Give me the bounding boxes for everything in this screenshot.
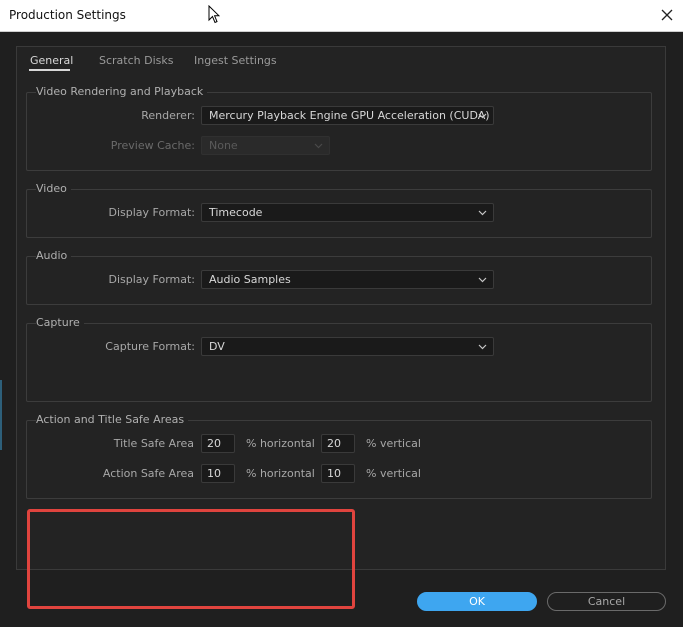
title-safe-vertical-unit: % vertical: [366, 437, 421, 450]
renderer-dropdown[interactable]: Mercury Playback Engine GPU Acceleration…: [201, 106, 494, 125]
renderer-value: Mercury Playback Engine GPU Acceleration…: [209, 109, 490, 122]
title-safe-horizontal-input[interactable]: 20: [201, 434, 235, 453]
title-bar: Production Settings: [0, 0, 683, 32]
capture-format-value: DV: [209, 340, 225, 353]
group-title-audio: Audio: [36, 249, 72, 262]
close-icon[interactable]: [657, 5, 677, 25]
action-safe-vertical-unit: % vertical: [366, 467, 421, 480]
group-video-rendering: [26, 92, 652, 171]
audio-display-format-value: Audio Samples: [209, 273, 291, 286]
chevron-down-icon: [478, 113, 487, 119]
cancel-button[interactable]: Cancel: [547, 592, 666, 611]
group-title-video-rendering: Video Rendering and Playback: [36, 85, 208, 98]
action-safe-area-label: Action Safe Area: [102, 467, 194, 480]
preview-cache-label: Preview Cache:: [110, 139, 195, 152]
audio-display-format-dropdown[interactable]: Audio Samples: [201, 270, 494, 289]
highlight-box: [27, 509, 355, 609]
preview-cache-dropdown: None: [201, 136, 330, 155]
background-window-edge: [0, 380, 2, 450]
active-tab-indicator: [29, 69, 70, 71]
action-safe-vertical-input[interactable]: 10: [321, 464, 355, 483]
group-title-safe-areas: Action and Title Safe Areas: [36, 413, 189, 426]
chevron-down-icon: [478, 344, 487, 350]
video-display-format-label: Display Format:: [108, 206, 195, 219]
title-safe-vertical-input[interactable]: 20: [321, 434, 355, 453]
group-title-capture: Capture: [36, 316, 84, 329]
window-title: Production Settings: [9, 8, 126, 22]
video-display-format-dropdown[interactable]: Timecode: [201, 203, 494, 222]
preview-cache-value: None: [209, 139, 238, 152]
chevron-down-icon: [478, 277, 487, 283]
capture-format-label: Capture Format:: [105, 340, 195, 353]
title-safe-horizontal-unit: % horizontal: [246, 437, 315, 450]
ok-button[interactable]: OK: [417, 592, 537, 611]
group-safe-areas: [26, 420, 652, 499]
action-safe-horizontal-input[interactable]: 10: [201, 464, 235, 483]
tab-general[interactable]: General: [30, 54, 73, 67]
action-safe-horizontal-unit: % horizontal: [246, 467, 315, 480]
title-safe-area-label: Title Safe Area: [113, 437, 194, 450]
tab-scratch-disks[interactable]: Scratch Disks: [99, 54, 173, 67]
chevron-down-icon: [478, 210, 487, 216]
capture-format-dropdown[interactable]: DV: [201, 337, 494, 356]
mouse-cursor-icon: [208, 5, 220, 24]
group-title-video: Video: [36, 182, 71, 195]
renderer-label: Renderer:: [141, 109, 195, 122]
video-display-format-value: Timecode: [209, 206, 263, 219]
group-capture: [26, 323, 652, 402]
chevron-down-icon: [314, 143, 323, 149]
tab-ingest-settings[interactable]: Ingest Settings: [194, 54, 277, 67]
audio-display-format-label: Display Format:: [108, 273, 195, 286]
